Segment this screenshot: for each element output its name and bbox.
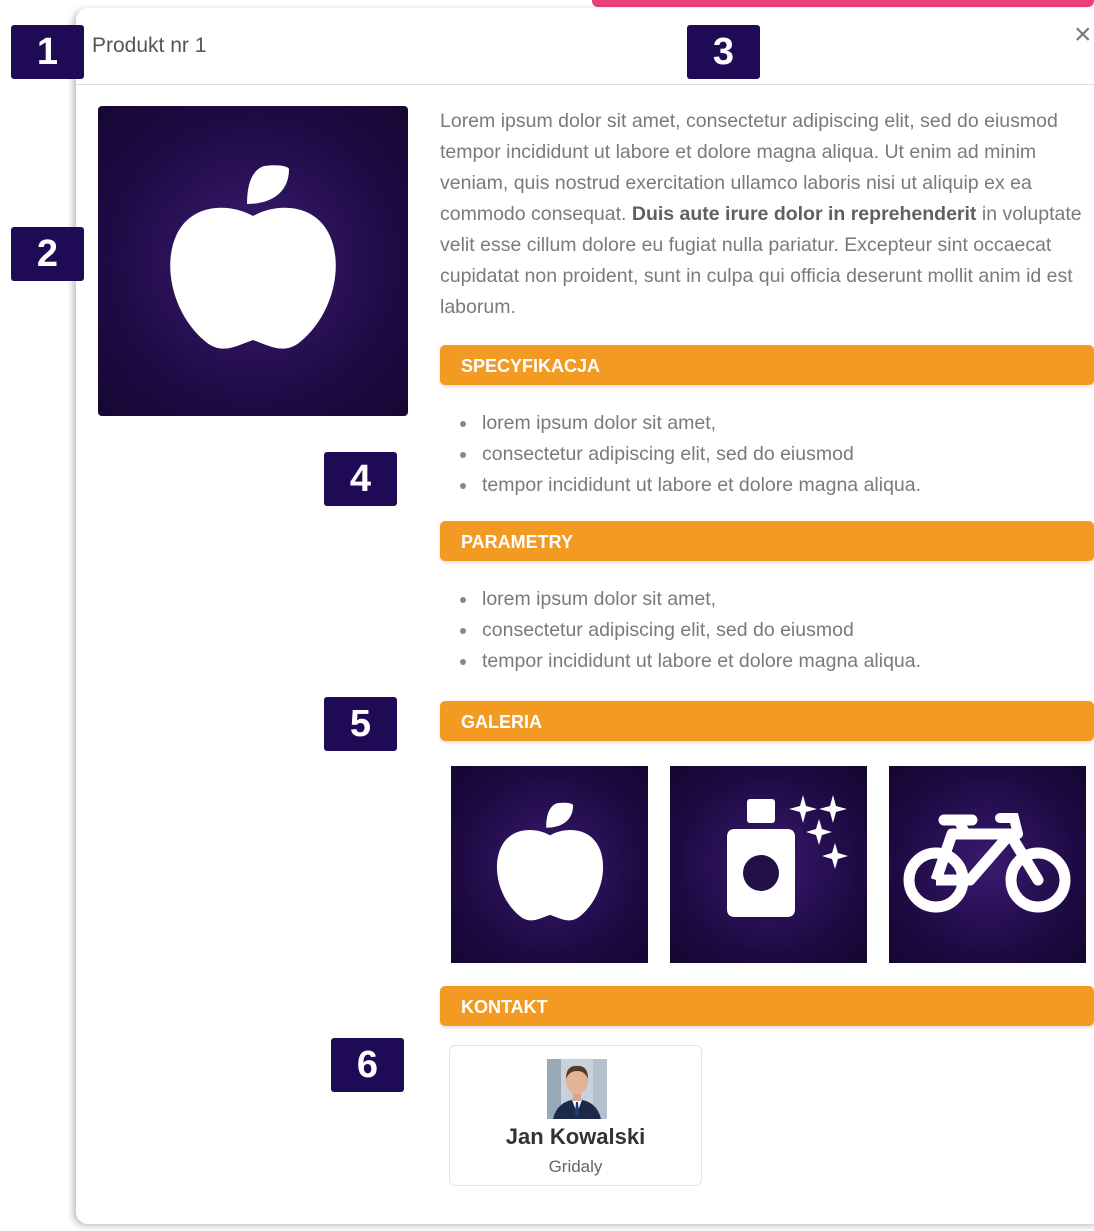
parameters-list: lorem ipsum dolor sit amet, consectetur … bbox=[460, 584, 921, 677]
specification-list: lorem ipsum dolor sit amet, consectetur … bbox=[460, 408, 921, 501]
list-item: consectetur adipiscing elit, sed do eius… bbox=[460, 439, 921, 470]
list-item: lorem ipsum dolor sit amet, bbox=[460, 584, 921, 615]
contact-header[interactable]: KONTAKT bbox=[440, 986, 1094, 1026]
contact-name: Jan Kowalski bbox=[505, 1124, 646, 1149]
contact-card[interactable]: Jan Kowalski Gridaly bbox=[449, 1045, 702, 1186]
parameters-header[interactable]: PARAMETRY bbox=[440, 521, 1094, 561]
avatar bbox=[547, 1059, 607, 1119]
annotation-badge-2: 2 bbox=[11, 227, 84, 281]
description-bold-text: Duis aute irure dolor in reprehenderit bbox=[631, 203, 977, 225]
modal-header: Produkt nr 1 × bbox=[76, 8, 1094, 85]
product-description: Lorem ipsum dolor sit amet, consectetur … bbox=[440, 106, 1085, 323]
annotation-badge-5: 5 bbox=[324, 697, 397, 751]
annotation-badge-3: 3 bbox=[687, 25, 760, 79]
list-item: consectetur adipiscing elit, sed do eius… bbox=[460, 615, 921, 646]
apple-icon bbox=[496, 802, 603, 921]
apple-icon bbox=[170, 164, 336, 349]
perfume-icon bbox=[726, 794, 848, 917]
bicycle-icon bbox=[903, 812, 1071, 912]
specification-header[interactable]: SPECYFIKACJA bbox=[440, 345, 1094, 385]
list-item: tempor incididunt ut labore et dolore ma… bbox=[460, 646, 921, 677]
annotation-badge-4: 4 bbox=[324, 452, 397, 506]
annotation-badge-1: 1 bbox=[11, 25, 84, 79]
gallery-header[interactable]: GALERIA bbox=[440, 701, 1094, 741]
close-button[interactable]: × bbox=[1074, 20, 1092, 50]
gallery-image-bicycle[interactable] bbox=[889, 766, 1086, 963]
annotation-badge-6: 6 bbox=[331, 1038, 404, 1092]
list-item: tempor incididunt ut labore et dolore ma… bbox=[460, 470, 921, 501]
background-accent-strip bbox=[592, 0, 1094, 7]
gallery-image-perfume[interactable] bbox=[670, 766, 867, 963]
gallery-image-apple[interactable] bbox=[451, 766, 648, 963]
list-item: lorem ipsum dolor sit amet, bbox=[460, 408, 921, 439]
product-main-image bbox=[98, 106, 408, 416]
contact-company: Gridaly bbox=[548, 1157, 603, 1176]
modal-title: Produkt nr 1 bbox=[92, 34, 207, 57]
